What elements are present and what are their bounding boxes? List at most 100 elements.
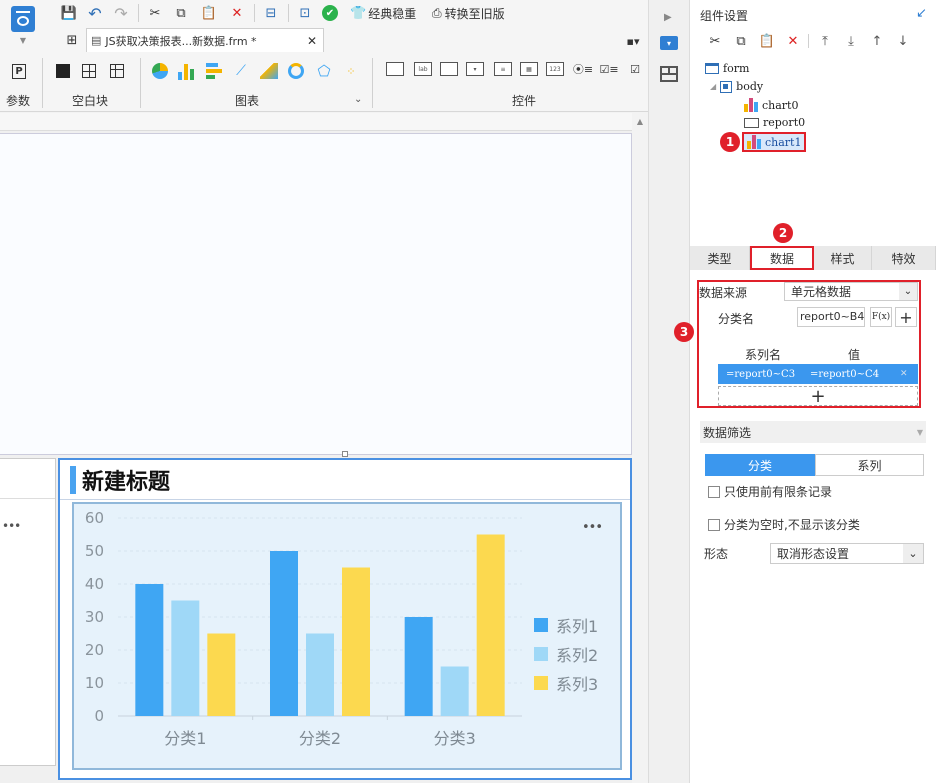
split-block-icon[interactable]: [82, 64, 96, 78]
cut-icon[interactable]: ✂: [706, 32, 724, 50]
collapse-icon: ▼: [916, 427, 923, 437]
remove-series-icon[interactable]: ✕: [900, 369, 908, 379]
close-tab-icon[interactable]: ✕: [307, 34, 317, 48]
shape-select[interactable]: 取消形态设置 ⌄: [770, 543, 924, 564]
label-widget-icon[interactable]: [386, 62, 404, 76]
bar: [207, 633, 236, 716]
shape-value: 取消形态设置: [777, 547, 850, 561]
filter-tab-category[interactable]: 分类: [705, 454, 815, 476]
bar-chart-icon[interactable]: [178, 62, 196, 80]
add-series-button[interactable]: +: [718, 386, 918, 407]
vertical-scrollbar[interactable]: ▲: [632, 113, 648, 783]
add-category-button[interactable]: +: [895, 307, 917, 327]
scatter-chart-icon[interactable]: ⁘: [342, 62, 360, 80]
tree-node-chart1-selected[interactable]: chart1: [742, 132, 807, 152]
move-up-icon[interactable]: ↑: [868, 32, 886, 50]
paste-icon[interactable]: 📋: [200, 4, 218, 22]
move-top-icon[interactable]: ⤒: [816, 32, 834, 50]
tree-node-report0[interactable]: report0: [744, 116, 805, 129]
collapse-panel-icon[interactable]: ↙: [916, 6, 927, 21]
hide-empty-label: 分类为空时,不显示该分类: [724, 518, 860, 532]
body-icon: [720, 80, 733, 93]
number-widget-icon[interactable]: 123: [546, 62, 564, 76]
move-bottom-icon[interactable]: ⤓: [842, 32, 860, 50]
tree-node-form[interactable]: form: [705, 62, 749, 75]
theme-button[interactable]: 👕 经典稳重: [350, 4, 416, 22]
chart0-widget[interactable]: •••: [0, 458, 56, 766]
move-down-icon[interactable]: ↓: [894, 32, 912, 50]
check-icon[interactable]: ✔: [322, 5, 338, 21]
scroll-up-icon[interactable]: ▲: [632, 117, 648, 126]
horizontal-bar-icon[interactable]: [206, 63, 224, 79]
filter-section-header[interactable]: 数据筛选 ▼: [700, 421, 926, 443]
tree-node-body[interactable]: ◢ body: [710, 80, 763, 93]
resize-handle[interactable]: [342, 451, 348, 457]
convert-button[interactable]: ⎙ 转换至旧版: [432, 4, 505, 22]
series-row[interactable]: =report0~C3 =report0~C4 ✕: [718, 364, 918, 384]
date-widget-icon[interactable]: ▦: [520, 62, 538, 76]
area-chart-icon[interactable]: [260, 63, 278, 79]
delete-icon[interactable]: ✕: [784, 32, 802, 50]
radar-chart-icon[interactable]: ⬠: [315, 62, 333, 80]
filter-tab-series[interactable]: 系列: [815, 454, 924, 476]
preview-icon[interactable]: ⊡: [296, 4, 314, 22]
category-input[interactable]: report0~B4: [797, 307, 865, 327]
chevron-down-icon[interactable]: ⌄: [354, 94, 362, 105]
tree-node-chart0[interactable]: chart0: [744, 98, 798, 112]
pie-chart-icon[interactable]: [152, 63, 168, 79]
chart1-widget[interactable]: 新建标题 ••• 0 10 20 30 40 50 60 分类1 分类2 分类3 系列1 系列2 系列3: [58, 458, 632, 780]
hide-empty-option[interactable]: 分类为空时,不显示该分类: [708, 516, 860, 533]
more-widget-icon[interactable]: ☑: [626, 60, 644, 78]
x-tick-label: 分类3: [434, 729, 476, 748]
cut-icon[interactable]: ✂: [146, 4, 164, 22]
list-widget-icon[interactable]: ≡: [494, 62, 512, 76]
app-menu-button[interactable]: ▼: [8, 6, 38, 48]
tab-effects[interactable]: 特效: [872, 246, 936, 270]
layout-icon[interactable]: [660, 66, 678, 82]
param-icon[interactable]: P: [12, 64, 26, 79]
tab-block-icon[interactable]: [110, 64, 124, 78]
shape-label: 形态: [704, 547, 729, 561]
series-value-cell[interactable]: =report0~C4: [810, 369, 900, 380]
gauge-chart-icon[interactable]: [288, 63, 304, 79]
form-body-area[interactable]: [0, 133, 632, 455]
data-source-label: 数据来源: [699, 286, 748, 300]
y-tick-label: 50: [85, 542, 104, 560]
expand-arrow-icon[interactable]: ▶: [664, 12, 672, 23]
undo-icon[interactable]: ↶: [86, 4, 104, 23]
radio-widget-icon[interactable]: ⦿≡: [573, 60, 593, 78]
expand-icon[interactable]: ◢: [710, 82, 716, 91]
copy-icon[interactable]: ⧉: [172, 4, 190, 22]
copy-icon[interactable]: ⧉: [732, 32, 750, 50]
paste-icon[interactable]: 📋: [758, 32, 776, 50]
tab-style[interactable]: 样式: [814, 246, 872, 270]
grid-toggle-icon[interactable]: ⊞: [60, 30, 84, 50]
hide-empty-checkbox[interactable]: [708, 518, 720, 531]
chart-title[interactable]: 新建标题: [82, 464, 170, 496]
chart-plot-frame[interactable]: ••• 0 10 20 30 40 50 60 分类1 分类2 分类3 系列1 系列2 系列3: [72, 502, 622, 770]
document-tab[interactable]: ▤ JS获取决策报表...新数据.frm * ✕: [86, 28, 324, 52]
form-icon: [705, 63, 719, 74]
chart-title-bar: 新建标题: [60, 460, 630, 500]
dropdown-widget-icon[interactable]: ▾: [466, 62, 484, 76]
textarea-widget-icon[interactable]: [440, 62, 458, 76]
save-icon[interactable]: 💾: [60, 4, 78, 22]
line-chart-icon[interactable]: ⟋: [232, 62, 250, 80]
data-source-select[interactable]: 单元格数据 ⌄: [784, 282, 918, 301]
widget-settings-icon[interactable]: ▾: [660, 36, 678, 50]
only-top-label: 只使用前有限条记录: [724, 485, 833, 499]
text-widget-icon[interactable]: lab: [414, 62, 432, 76]
checkbox-widget-icon[interactable]: ☑≡: [599, 60, 618, 78]
formula-button[interactable]: F(x): [870, 307, 892, 327]
delete-icon[interactable]: ✕: [228, 4, 246, 22]
redo-icon[interactable]: ↷: [112, 4, 130, 23]
collapse-ribbon-icon[interactable]: ▪▾: [624, 32, 642, 50]
series-name-cell[interactable]: =report0~C3: [718, 369, 810, 380]
tab-type[interactable]: 类型: [690, 246, 750, 270]
template-icon[interactable]: ⊟: [262, 4, 280, 22]
blank-block-icon[interactable]: [56, 64, 70, 78]
tab-data[interactable]: 数据: [750, 246, 814, 270]
only-top-records-option[interactable]: 只使用前有限条记录: [708, 483, 832, 500]
only-top-checkbox[interactable]: [708, 485, 720, 498]
more-icon[interactable]: •••: [2, 519, 21, 533]
